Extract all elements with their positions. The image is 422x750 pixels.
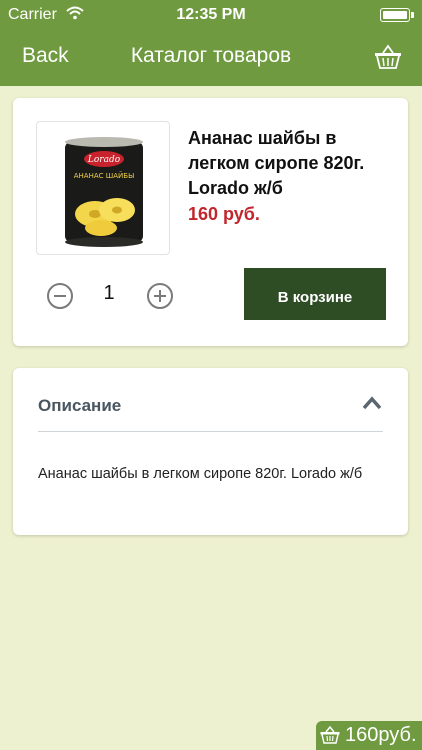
quantity-value: 1 bbox=[103, 282, 115, 304]
description-text: Ананас шайбы в легком сиропе 820г. Lorad… bbox=[38, 466, 363, 482]
status-bar: Carrier 12:35 PM bbox=[0, 0, 422, 30]
product-name: Ананас шайбы в легком сиропе 820г. Lorad… bbox=[188, 128, 365, 198]
basket-icon bbox=[320, 726, 340, 744]
product-can-image: Lorado АНАНАС ШАЙБЫ bbox=[65, 137, 143, 247]
cart-total-button[interactable]: 160руб. bbox=[316, 721, 422, 750]
basket-icon[interactable] bbox=[374, 44, 402, 70]
product-image[interactable]: Lorado АНАНАС ШАЙБЫ bbox=[36, 121, 170, 255]
decrease-quantity-button[interactable] bbox=[47, 283, 73, 309]
top-bar: Carrier 12:35 PM Back Каталог товаров bbox=[0, 0, 422, 86]
description-header[interactable]: Описание bbox=[38, 396, 121, 416]
product-card: Lorado АНАНАС ШАЙБЫ Ананас шайбы в легко… bbox=[13, 98, 408, 346]
cart-total-amount: 160руб. bbox=[345, 724, 417, 746]
chevron-up-icon[interactable] bbox=[362, 396, 382, 410]
can-brand-text: Lorado bbox=[87, 155, 121, 165]
description-card: Описание Ананас шайбы в легком сиропе 82… bbox=[13, 368, 408, 535]
clock: 12:35 PM bbox=[176, 6, 246, 23]
add-to-cart-button[interactable]: В корзине bbox=[244, 268, 386, 320]
divider bbox=[38, 431, 383, 432]
page-title: Каталог товаров bbox=[130, 44, 292, 67]
increase-quantity-button[interactable] bbox=[147, 283, 173, 309]
battery-icon bbox=[380, 8, 414, 22]
product-price: 160 руб. bbox=[188, 204, 260, 224]
can-label-text: АНАНАС ШАЙБЫ bbox=[74, 171, 135, 180]
